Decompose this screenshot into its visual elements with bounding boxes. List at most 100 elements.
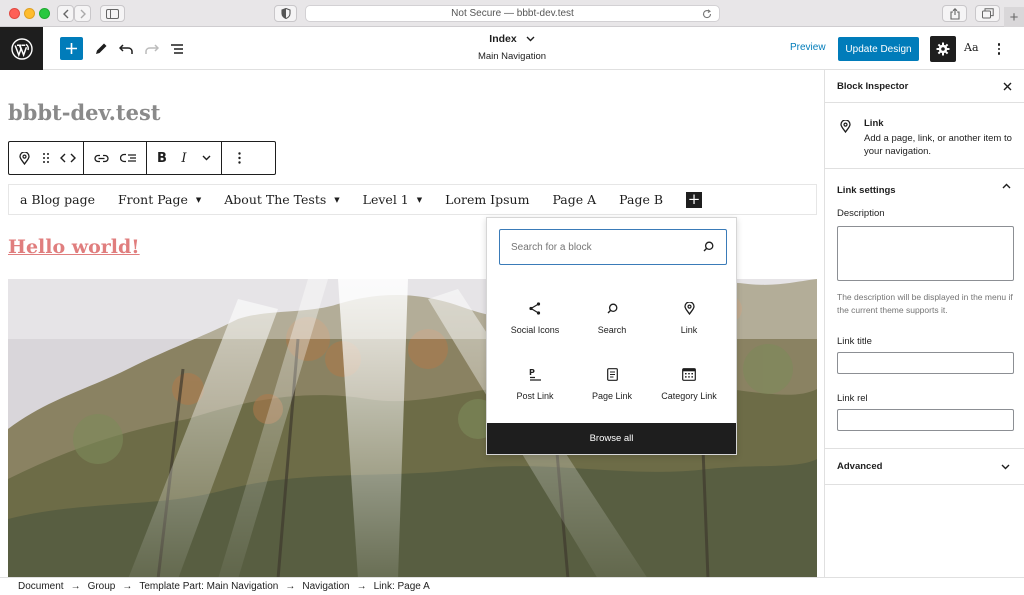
more-formatting-button[interactable]: [195, 146, 217, 170]
gear-icon: [936, 42, 950, 56]
nav-item[interactable]: a Blog page: [20, 192, 95, 207]
styles-button[interactable]: Aa: [964, 41, 979, 54]
browse-all-button[interactable]: Browse all: [487, 423, 736, 454]
block-item-search[interactable]: Search: [572, 298, 652, 335]
editor-toolbar: Index Main Navigation Preview Update Des…: [0, 27, 1024, 70]
zoom-window-button[interactable]: [39, 8, 50, 19]
nav-item-label: Level 1: [362, 192, 409, 207]
chevron-down-icon[interactable]: [526, 36, 535, 42]
block-toolbar-group-format: B I: [147, 142, 222, 174]
block-type-button[interactable]: [13, 146, 35, 170]
privacy-report-button[interactable]: [274, 5, 297, 22]
chevron-right-icon: [80, 9, 86, 18]
add-block-button[interactable]: [60, 37, 83, 60]
wordpress-logo-button[interactable]: [0, 27, 43, 70]
address-bar[interactable]: Not Secure — bbbt-dev.test: [305, 5, 720, 22]
browser-chrome: Not Secure — bbbt-dev.test +: [0, 0, 1024, 27]
document-title-area[interactable]: Index Main Navigation: [460, 33, 564, 62]
map-pin-icon: [18, 151, 30, 165]
nav-item[interactable]: About The Tests ▼: [224, 192, 339, 207]
breadcrumb-item[interactable]: Link: Page A: [374, 581, 430, 592]
chevron-left-icon: [62, 9, 68, 18]
nav-item-label: Lorem Ipsum: [445, 192, 530, 207]
italic-button[interactable]: I: [173, 146, 195, 170]
new-tab-button[interactable]: +: [1004, 7, 1024, 27]
reload-icon[interactable]: [702, 9, 712, 19]
block-card: Link Add a page, link, or another item t…: [825, 103, 1024, 169]
bold-button[interactable]: B: [151, 146, 173, 170]
sidebar-toggle-button[interactable]: [100, 5, 125, 22]
description-textarea[interactable]: [837, 226, 1014, 281]
preview-button[interactable]: Preview: [790, 42, 826, 53]
settings-button[interactable]: [930, 36, 956, 62]
block-toolbar: B I: [8, 141, 276, 175]
description-help-text: The description will be displayed in the…: [837, 292, 1013, 315]
add-submenu-button[interactable]: [114, 146, 142, 170]
link-rel-input[interactable]: [837, 409, 1014, 431]
tools-button[interactable]: [89, 37, 113, 61]
nav-item[interactable]: Page A: [552, 192, 596, 207]
caret-down-icon[interactable]: ▼: [196, 196, 201, 204]
link-button[interactable]: [88, 146, 114, 170]
advanced-panel[interactable]: Advanced: [825, 449, 1024, 485]
plus-icon: +: [1009, 8, 1019, 26]
close-window-button[interactable]: [9, 8, 20, 19]
link-settings-toggle[interactable]: Link settings: [837, 180, 1013, 196]
document-title: Index: [489, 33, 517, 45]
breadcrumb-item[interactable]: Document: [18, 581, 64, 592]
caret-down-icon[interactable]: ▼: [334, 196, 339, 204]
forward-button[interactable]: [74, 5, 91, 22]
undo-icon: [119, 44, 133, 54]
chevron-down-icon: [1001, 464, 1010, 470]
block-item-label: Page Link: [591, 391, 633, 401]
block-options-button[interactable]: [226, 146, 252, 170]
undo-button[interactable]: [114, 37, 138, 61]
block-item-post-link[interactable]: P Post Link: [495, 364, 575, 402]
redo-icon: [145, 44, 159, 54]
move-left-right-button[interactable]: [57, 146, 79, 170]
block-item-page-link[interactable]: Page Link: [572, 364, 652, 401]
chevron-left-right-icon: [60, 153, 76, 163]
redo-button[interactable]: [140, 37, 164, 61]
breadcrumb-item[interactable]: Group: [88, 581, 116, 592]
block-toolbar-group-options: [222, 142, 256, 174]
nav-item[interactable]: Lorem Ipsum: [445, 192, 529, 207]
post-link-icon: P: [529, 368, 541, 381]
block-item-category-link[interactable]: Category Link: [649, 364, 729, 401]
back-button[interactable]: [57, 5, 74, 22]
site-title[interactable]: bbbt-dev.test: [8, 100, 161, 125]
share-icon: [949, 7, 960, 20]
list-view-button[interactable]: [165, 37, 189, 61]
block-item-social-icons[interactable]: Social Icons: [495, 298, 575, 335]
arrow-right-icon: →: [356, 581, 367, 592]
breadcrumb-item[interactable]: Template Part: Main Navigation: [139, 581, 278, 592]
inspector-title: Block Inspector: [837, 80, 909, 92]
link-icon: [93, 154, 109, 162]
close-icon[interactable]: [1003, 82, 1012, 91]
link-settings-title: Link settings: [837, 185, 896, 196]
block-item-link[interactable]: Link: [649, 298, 729, 335]
minimize-window-button[interactable]: [24, 8, 35, 19]
inspector-header: Block Inspector: [825, 70, 1024, 103]
nav-item[interactable]: Page B: [619, 192, 663, 207]
nav-item[interactable]: Front Page ▼: [118, 192, 201, 207]
link-title-input[interactable]: [837, 352, 1014, 374]
add-nav-item-button[interactable]: +: [686, 191, 703, 208]
update-design-button[interactable]: Update Design: [838, 37, 919, 61]
arrow-right-icon: →: [285, 581, 296, 592]
post-title-link[interactable]: Hello world!: [8, 236, 140, 258]
tabs-overview-button[interactable]: [975, 5, 1000, 22]
more-vertical-icon: [237, 152, 241, 164]
nav-item-label: Page A: [552, 192, 597, 207]
link-settings-panel: Link settings Description The descriptio…: [825, 169, 1024, 449]
block-toolbar-group-move: [9, 142, 84, 174]
breadcrumb-item[interactable]: Navigation: [302, 581, 349, 592]
navigation-block[interactable]: a Blog page Front Page ▼ About The Tests ▼ Le…: [8, 184, 817, 215]
block-search-input[interactable]: Search for a block: [499, 229, 727, 265]
wordpress-icon: [10, 37, 33, 60]
share-button[interactable]: [942, 5, 967, 22]
nav-item[interactable]: Level 1 ▼: [363, 192, 422, 207]
drag-handle[interactable]: [35, 146, 57, 170]
options-menu-button[interactable]: [994, 39, 1004, 59]
caret-down-icon[interactable]: ▼: [417, 196, 422, 204]
